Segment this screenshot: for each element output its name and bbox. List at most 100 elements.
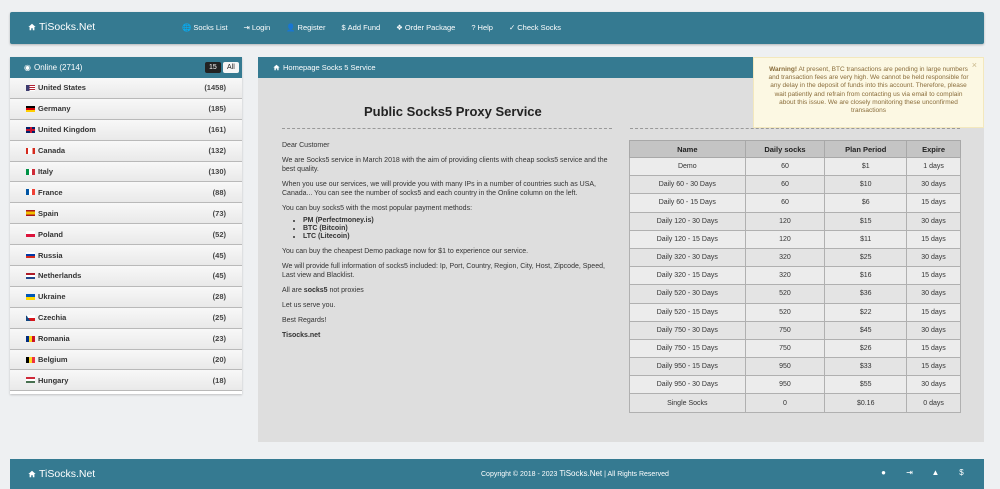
us-flag-icon bbox=[26, 84, 35, 91]
table-cell: 0 bbox=[744, 393, 826, 413]
dollar-icon[interactable]: $ bbox=[957, 468, 966, 477]
table-cell: Daily 320 - 30 Days bbox=[629, 247, 746, 268]
payment-methods-list: PM (Perfectmoney.is) BTC (Bitcoin) LTC (… bbox=[303, 217, 616, 241]
nav-item-order-package[interactable]: ❖ Order Package bbox=[396, 23, 455, 32]
table-cell: 15 days bbox=[906, 229, 961, 249]
country-item-united-kingdom[interactable]: United Kingdom (161) bbox=[10, 119, 242, 141]
table-cell: 0 days bbox=[906, 393, 961, 413]
gb-flag-icon bbox=[26, 126, 35, 133]
country-name: Canada bbox=[38, 146, 66, 156]
user-icon[interactable]: ▲ bbox=[931, 468, 940, 477]
table-cell: Daily 750 - 15 Days bbox=[629, 338, 746, 359]
online-header: ◉ Online (2714) 15 All bbox=[10, 57, 242, 78]
table-cell: Daily 750 - 30 Days bbox=[629, 320, 746, 340]
table-cell: 60 bbox=[744, 156, 826, 177]
table-cell: $10 bbox=[824, 175, 908, 195]
table-cell: Daily 520 - 15 Days bbox=[629, 302, 746, 322]
table-row: Daily 950 - 15 Days 950 $33 15 days bbox=[629, 357, 961, 377]
table-row: Demo 60 $1 1 days bbox=[629, 156, 961, 177]
nav-item-label: Socks List bbox=[193, 23, 228, 32]
country-count: (52) bbox=[212, 229, 226, 239]
ca-flag-icon bbox=[26, 147, 35, 154]
online-count-title: Online (2714) bbox=[33, 63, 83, 72]
globe-icon[interactable]: ● bbox=[879, 468, 888, 477]
brand-link[interactable]: TiSocks.Net bbox=[28, 21, 95, 33]
login-icon[interactable]: ⇥ bbox=[905, 468, 914, 477]
show-all-button[interactable]: All bbox=[223, 62, 239, 73]
country-count: (20) bbox=[212, 355, 226, 365]
country-item-united-states[interactable]: United States (1458) bbox=[10, 78, 242, 99]
close-icon[interactable]: × bbox=[972, 60, 977, 69]
nav-item-check-socks[interactable]: ✓ Check Socks bbox=[509, 23, 561, 32]
intro-text: Dear Customer We are Socks5 service in M… bbox=[282, 141, 616, 346]
country-name: United Kingdom bbox=[38, 125, 96, 135]
country-name: Netherlands bbox=[38, 271, 82, 281]
nl-flag-icon bbox=[26, 272, 35, 279]
table-cell: Daily 60 - 15 Days bbox=[629, 193, 746, 213]
country-item-hungary[interactable]: Hungary (18) bbox=[10, 370, 242, 392]
table-cell: $33 bbox=[824, 357, 908, 377]
country-name: Czechia bbox=[38, 313, 67, 323]
country-item-romania[interactable]: Romania (23) bbox=[10, 328, 242, 350]
country-item-france[interactable]: France (88) bbox=[10, 182, 242, 204]
country-item-belgium[interactable]: Belgium (20) bbox=[10, 349, 242, 371]
table-cell: 320 bbox=[744, 266, 826, 286]
table-cell: $26 bbox=[824, 338, 908, 359]
it-flag-icon bbox=[26, 168, 35, 175]
table-cell: 30 days bbox=[906, 211, 961, 231]
country-item-poland[interactable]: Poland (52) bbox=[10, 224, 242, 246]
country-name: United States bbox=[38, 83, 86, 93]
country-item-italy[interactable]: Italy (130) bbox=[10, 161, 242, 183]
nav-item-help[interactable]: ? Help bbox=[471, 23, 493, 32]
show-15-button[interactable]: 15 bbox=[205, 62, 221, 73]
table-cell: Daily 950 - 15 Days bbox=[629, 357, 746, 377]
country-item-netherlands[interactable]: Netherlands (45) bbox=[10, 266, 242, 287]
login-icon: ⇥ bbox=[243, 23, 250, 32]
closing: Best Regards! bbox=[282, 317, 327, 324]
signature: Tisocks.net bbox=[282, 331, 616, 340]
table-cell: 950 bbox=[744, 357, 826, 377]
country-item-canada[interactable]: Canada (132) bbox=[10, 140, 242, 162]
country-name: Spain bbox=[38, 208, 59, 218]
table-row: Daily 60 - 30 Days 60 $10 30 days bbox=[629, 175, 961, 195]
country-item-czechia[interactable]: Czechia (25) bbox=[10, 307, 242, 329]
table-cell: 30 days bbox=[906, 175, 961, 195]
be-flag-icon bbox=[26, 356, 35, 363]
table-cell: $45 bbox=[824, 320, 908, 340]
country-item-ukraine[interactable]: Ukraine (28) bbox=[10, 286, 242, 308]
table-cell: $16 bbox=[824, 266, 908, 286]
fr-flag-icon bbox=[26, 189, 35, 196]
table-cell: 120 bbox=[744, 229, 826, 249]
cz-flag-icon bbox=[26, 314, 35, 321]
country-sidebar: ◉ Online (2714) 15 All United States (145… bbox=[10, 57, 242, 394]
nav-item-login[interactable]: ⇥ Login bbox=[244, 23, 271, 32]
footer-brand-link[interactable]: TiSocks.Net bbox=[28, 468, 95, 480]
table-cell: $25 bbox=[824, 247, 908, 268]
table-cell: 120 bbox=[744, 211, 826, 231]
warning-label: Warning! bbox=[769, 66, 797, 73]
table-cell: 60 bbox=[744, 193, 826, 213]
intro-paragraph: We are Socks5 service in March 2018 with… bbox=[282, 157, 608, 173]
check-icon: ✓ bbox=[508, 23, 516, 32]
table-cell: Daily 320 - 15 Days bbox=[629, 266, 746, 286]
table-row: Daily 520 - 30 Days 520 $36 30 days bbox=[629, 284, 961, 304]
ro-flag-icon bbox=[26, 335, 35, 342]
country-name: Belgium bbox=[38, 355, 68, 365]
country-count: (45) bbox=[212, 250, 226, 260]
country-item-spain[interactable]: Spain (73) bbox=[10, 203, 242, 225]
country-count: (1458) bbox=[204, 83, 226, 93]
country-item-germany[interactable]: Germany (185) bbox=[10, 98, 242, 120]
nav-item-socks-list[interactable]: 🌐 Socks List bbox=[182, 23, 228, 32]
column-header: Plan Period bbox=[824, 140, 908, 158]
table-cell: 520 bbox=[744, 284, 826, 304]
country-count: (45) bbox=[212, 271, 226, 281]
table-cell: 15 days bbox=[906, 302, 961, 322]
payment-method: BTC (Bitcoin) bbox=[303, 225, 616, 233]
brand-name: TiSocks.Net bbox=[39, 21, 96, 33]
intro-paragraph: We will provide full information of sock… bbox=[282, 263, 605, 279]
country-name: Germany bbox=[38, 104, 71, 114]
nav-item-register[interactable]: 👤 Register bbox=[286, 23, 325, 32]
nav-item-label: Login bbox=[251, 23, 271, 32]
nav-item-add-fund[interactable]: $ Add Fund bbox=[341, 23, 380, 32]
country-item-russia[interactable]: Russia (45) bbox=[10, 245, 242, 267]
